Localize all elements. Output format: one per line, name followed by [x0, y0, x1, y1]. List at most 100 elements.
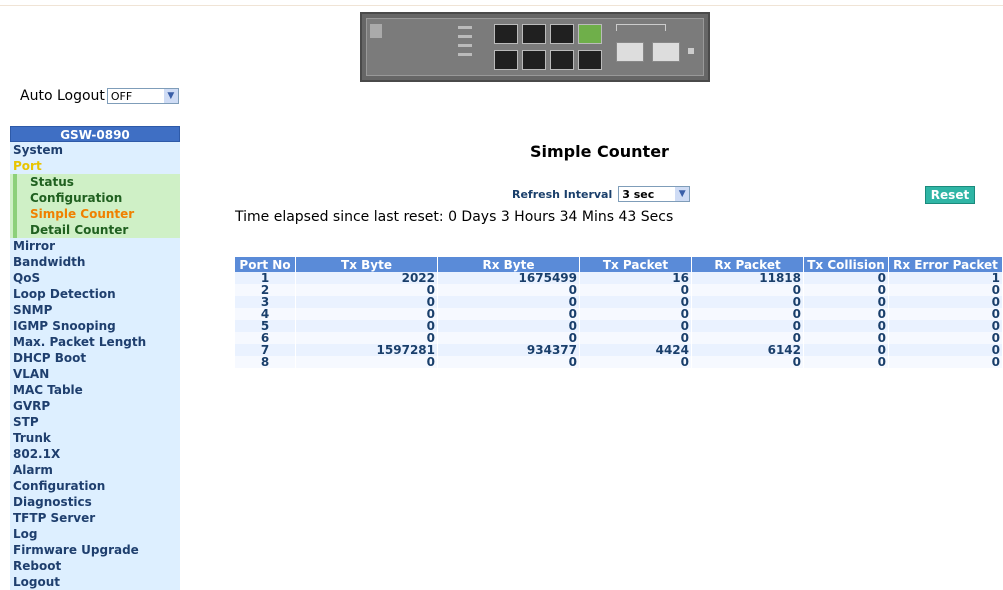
counter-cell: 0: [889, 284, 1002, 296]
counter-cell: 0: [438, 320, 579, 332]
table-row: 1 2022 1675499 16 11818 0 1: [235, 272, 1002, 284]
counter-cell: 4424: [580, 344, 691, 356]
sidebar-subitem-detail-counter[interactable]: Detail Counter: [10, 222, 180, 238]
sidebar-item-bandwidth[interactable]: Bandwidth: [10, 254, 180, 270]
port-5-icon[interactable]: [494, 50, 518, 70]
auto-logout-select[interactable]: OFF ▼: [106, 88, 179, 104]
sfp-slot-1-icon[interactable]: [616, 42, 644, 62]
sidebar-item-stp[interactable]: STP: [10, 414, 180, 430]
port-2-icon[interactable]: [522, 24, 546, 44]
sidebar-item-mirror[interactable]: Mirror: [10, 238, 180, 254]
sidebar-item-vlan[interactable]: VLAN: [10, 366, 180, 382]
counter-cell: 0: [580, 296, 691, 308]
counter-cell: 0: [804, 320, 888, 332]
sidebar-item-port[interactable]: Port: [10, 158, 180, 174]
port-4-icon[interactable]: [578, 24, 602, 44]
column-header: Rx Error Packet: [889, 257, 1002, 272]
port-number-cell: 8: [235, 356, 295, 368]
counter-cell: 0: [692, 320, 803, 332]
sidebar-item-diagnostics[interactable]: Diagnostics: [10, 494, 180, 510]
auto-logout-value: OFF: [110, 89, 133, 103]
counter-cell: 0: [804, 272, 888, 284]
counter-cell: 0: [580, 356, 691, 368]
table-body: 1 2022 1675499 16 11818 0 1 2 0 0 0 0 0 0 3 0 0 0 0 0 0 4 0 0 0 0…: [235, 272, 1002, 368]
counter-cell: 0: [580, 308, 691, 320]
counter-cell: 0: [438, 356, 579, 368]
counter-cell: 0: [692, 284, 803, 296]
sidebar-title: GSW-0890: [10, 126, 180, 142]
column-header: Port No: [235, 257, 295, 272]
table-row: 6000000: [235, 332, 1002, 344]
refresh-interval-select[interactable]: 3 sec ▼: [618, 186, 691, 202]
sidebar-item-reboot[interactable]: Reboot: [10, 558, 180, 574]
sidebar-item-qos[interactable]: QoS: [10, 270, 180, 286]
counter-cell: 0: [804, 332, 888, 344]
sidebar-item-log[interactable]: Log: [10, 526, 180, 542]
sidebar-subitem-configuration[interactable]: Configuration: [10, 190, 180, 206]
sidebar-item-firmware-upgrade[interactable]: Firmware Upgrade: [10, 542, 180, 558]
table-row: 8000000: [235, 356, 1002, 368]
column-header: Tx Collision: [804, 257, 888, 272]
sidebar-item-gvrp[interactable]: GVRP: [10, 398, 180, 414]
table-header-row: Port No Tx Byte Rx Byte Tx Packet Rx Packet T…: [235, 257, 1002, 272]
port-3-icon[interactable]: [550, 24, 574, 44]
counter-cell: 0: [804, 284, 888, 296]
sidebar-subitem-status[interactable]: Status: [10, 174, 180, 190]
column-header: Rx Byte: [438, 257, 579, 272]
sidebar-item-max-packet-length[interactable]: Max. Packet Length: [10, 334, 180, 350]
counter-cell: 0: [580, 320, 691, 332]
power-led-icon: [688, 48, 694, 54]
counter-cell: 0: [692, 308, 803, 320]
sidebar-item-trunk[interactable]: Trunk: [10, 430, 180, 446]
sidebar-item-802-1x[interactable]: 802.1X: [10, 446, 180, 462]
brand-logo-icon: [370, 24, 382, 38]
counter-cell: 0: [296, 320, 437, 332]
counter-cell: 1597281: [296, 344, 437, 356]
auto-logout-label: Auto Logout: [20, 88, 105, 104]
counter-table: Port No Tx Byte Rx Byte Tx Packet Rx Packet T…: [234, 257, 1003, 368]
counter-cell: 1675499: [438, 272, 579, 284]
sfp-slot-2-icon[interactable]: [652, 42, 680, 62]
chevron-down-icon[interactable]: ▼: [674, 187, 690, 201]
reset-button[interactable]: Reset: [925, 186, 975, 204]
counter-cell: 0: [889, 356, 1002, 368]
page-title: Simple Counter: [530, 142, 669, 161]
sidebar-item-loop-detection[interactable]: Loop Detection: [10, 286, 180, 302]
counter-cell: 0: [438, 284, 579, 296]
sidebar-nav: GSW-0890 System Port Status Configuration Si…: [10, 126, 180, 590]
counter-cell: 11818: [692, 272, 803, 284]
sidebar-item-system[interactable]: System: [10, 142, 180, 158]
chevron-down-icon[interactable]: ▼: [162, 89, 178, 103]
table-row: 3000000: [235, 296, 1002, 308]
sidebar-item-tftp-server[interactable]: TFTP Server: [10, 510, 180, 526]
port-7-icon[interactable]: [550, 50, 574, 70]
sidebar-item-dhcp-boot[interactable]: DHCP Boot: [10, 350, 180, 366]
counter-cell: 0: [296, 308, 437, 320]
sidebar-item-igmp-snooping[interactable]: IGMP Snooping: [10, 318, 180, 334]
counter-cell: 0: [692, 296, 803, 308]
sidebar-item-mac-table[interactable]: MAC Table: [10, 382, 180, 398]
sidebar-item-configuration[interactable]: Configuration: [10, 478, 180, 494]
counter-cell: 0: [889, 320, 1002, 332]
counter-cell: 0: [889, 344, 1002, 356]
column-header: Tx Packet: [580, 257, 691, 272]
counter-cell: 0: [438, 308, 579, 320]
table-row: 7 1597281 934377 4424 6142 0 0: [235, 344, 1002, 356]
table-row: 5000000: [235, 320, 1002, 332]
port-6-icon[interactable]: [522, 50, 546, 70]
counter-cell: 2022: [296, 272, 437, 284]
sidebar-subitem-simple-counter[interactable]: Simple Counter: [10, 206, 180, 222]
sfp-bracket: [616, 24, 666, 31]
counter-cell: 0: [692, 356, 803, 368]
counter-cell: 0: [804, 296, 888, 308]
counter-cell: 0: [889, 296, 1002, 308]
counter-cell: 0: [804, 356, 888, 368]
sidebar-item-alarm[interactable]: Alarm: [10, 462, 180, 478]
counter-cell: 0: [580, 284, 691, 296]
top-divider: [0, 5, 1003, 6]
port-8-icon[interactable]: [578, 50, 602, 70]
table-row: 4000000: [235, 308, 1002, 320]
sidebar-item-snmp[interactable]: SNMP: [10, 302, 180, 318]
refresh-interval-value: 3 sec: [622, 187, 655, 201]
port-1-icon[interactable]: [494, 24, 518, 44]
